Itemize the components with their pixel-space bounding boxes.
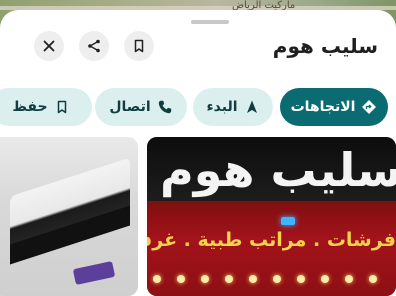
sign-light <box>281 217 295 225</box>
start-label: البدء <box>206 99 238 115</box>
close-icon <box>43 40 55 52</box>
start-button[interactable]: البدء <box>193 88 273 126</box>
photo-carousel[interactable]: سليب هوم فرشات . مراتب طبية . غرف نوم . … <box>0 137 396 296</box>
bulb <box>345 275 353 283</box>
bulb <box>201 275 209 283</box>
photo-storefront[interactable]: سليب هوم فرشات . مراتب طبية . غرف نوم . … <box>147 137 396 296</box>
place-title: سليب هوم <box>272 34 378 58</box>
photo-mattress[interactable] <box>0 137 138 296</box>
bookmark-icon <box>134 39 144 53</box>
store-sign-text: سليب هوم <box>160 143 396 197</box>
close-button[interactable] <box>34 31 64 61</box>
product-tag <box>72 261 116 285</box>
bulb <box>321 275 329 283</box>
bulb <box>249 275 257 283</box>
navigation-icon <box>246 100 257 113</box>
phone-icon <box>158 100 171 114</box>
store-sign-upper: سليب هوم <box>147 137 396 201</box>
save-chip-button[interactable]: حفظ <box>0 88 92 126</box>
save-label: حفظ <box>12 99 48 115</box>
directions-button[interactable]: الاتجاهات <box>280 88 388 126</box>
bulb <box>177 275 185 283</box>
store-sign-subtext: فرشات . مراتب طبية . غرف نوم . أثاث <box>147 229 396 251</box>
save-button[interactable] <box>124 31 154 61</box>
call-button[interactable]: اتصال <box>95 88 187 126</box>
bulb <box>273 275 281 283</box>
bulb <box>153 275 161 283</box>
bulb <box>369 275 377 283</box>
action-bar: الاتجاهات البدء اتصال حفظ <box>0 88 396 126</box>
place-sheet: سليب هوم الاتجاهات البدء اتصال حفظ سليب … <box>0 10 396 296</box>
directions-icon <box>362 100 377 114</box>
store-sign-lower: فرشات . مراتب طبية . غرف نوم . أثاث <box>147 201 396 296</box>
share-button[interactable] <box>79 31 109 61</box>
bulb <box>225 275 233 283</box>
light-bulbs <box>147 271 396 291</box>
share-icon <box>88 39 100 53</box>
bulb <box>297 275 305 283</box>
directions-label: الاتجاهات <box>290 99 356 115</box>
drag-handle[interactable] <box>191 20 229 24</box>
call-label: اتصال <box>109 99 151 115</box>
bookmark-icon <box>57 100 66 114</box>
